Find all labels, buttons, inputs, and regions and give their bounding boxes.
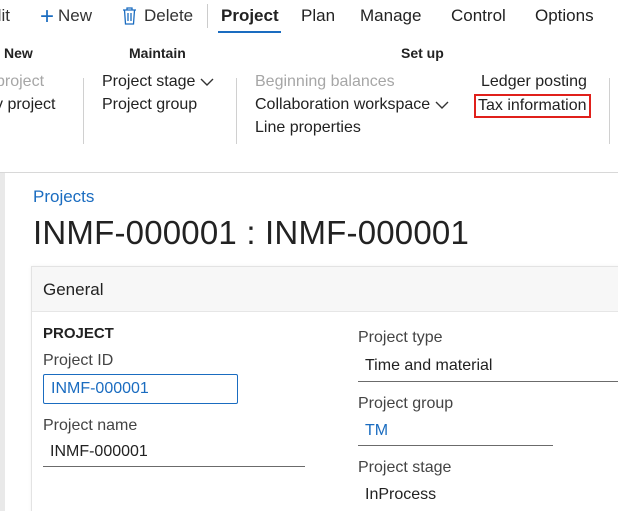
- tab-plan[interactable]: Plan: [301, 6, 335, 26]
- page-title: INMF-000001 : INMF-000001: [33, 214, 470, 251]
- delete-button-label: Delete: [144, 6, 194, 25]
- copy-project-item[interactable]: y project: [0, 96, 55, 114]
- delete-button[interactable]: Delete: [122, 6, 193, 26]
- ledger-posting-item[interactable]: Ledger posting: [481, 73, 587, 91]
- project-section-label: PROJECT: [43, 325, 114, 342]
- project-id-value: INMF-000001: [51, 380, 149, 397]
- ribbon-bottom-border: [0, 172, 618, 173]
- project-id-field[interactable]: INMF-000001: [43, 374, 238, 404]
- ribbon-group-new-header: New: [4, 45, 33, 61]
- general-fasttab-title: General: [43, 280, 104, 299]
- general-fasttab-header[interactable]: General: [32, 267, 618, 312]
- new-project-item[interactable]: project: [0, 73, 44, 91]
- toolbar-divider: [207, 4, 208, 28]
- tab-options[interactable]: Options: [535, 6, 594, 26]
- line-properties-item[interactable]: Line properties: [255, 119, 361, 137]
- project-name-underline: [43, 466, 305, 467]
- project-name-label: Project name: [43, 417, 138, 434]
- plus-icon: +: [40, 2, 55, 30]
- project-group-item[interactable]: Project group: [102, 96, 197, 114]
- project-type-field[interactable]: Time and material: [365, 357, 492, 375]
- chevron-down-icon: [200, 78, 214, 86]
- nav-pane-edge: [0, 173, 5, 511]
- action-bar: dit + New Delete Project Plan Manage Con…: [0, 0, 618, 33]
- project-name-field[interactable]: INMF-000001: [50, 443, 148, 461]
- new-button[interactable]: + New: [40, 2, 93, 30]
- project-group-label: Project group: [358, 395, 454, 412]
- ribbon-group-setup-header: Set up: [401, 45, 444, 61]
- ribbon-group-maintain-header: Maintain: [129, 45, 186, 61]
- project-stage-field[interactable]: InProcess: [365, 486, 436, 504]
- project-group-underline: [358, 445, 553, 446]
- project-stage-field-label: Project stage: [358, 459, 452, 476]
- breadcrumb[interactable]: Projects: [33, 187, 94, 207]
- active-tab-indicator: [218, 31, 281, 33]
- project-stage-menu[interactable]: Project stage: [102, 73, 214, 91]
- edit-button[interactable]: dit: [0, 6, 10, 26]
- tab-manage[interactable]: Manage: [360, 6, 421, 26]
- new-button-label: New: [58, 6, 93, 25]
- project-id-label: Project ID: [43, 352, 114, 369]
- ribbon-divider: [609, 78, 610, 144]
- ribbon-divider: [236, 78, 237, 144]
- beginning-balances-item[interactable]: Beginning balances: [255, 73, 395, 91]
- ribbon-divider: [83, 78, 84, 144]
- tab-control[interactable]: Control: [451, 6, 506, 26]
- project-stage-label: Project stage: [102, 73, 196, 90]
- trash-icon: [123, 7, 136, 25]
- tax-information-item[interactable]: Tax information: [474, 94, 591, 118]
- ribbon: New project y project Maintain Project s…: [0, 34, 618, 170]
- tab-project[interactable]: Project: [221, 6, 279, 26]
- project-group-field[interactable]: TM: [365, 422, 388, 440]
- project-type-label: Project type: [358, 329, 443, 346]
- chevron-down-icon: [435, 101, 449, 109]
- project-type-underline: [358, 381, 618, 382]
- collaboration-workspace-label: Collaboration workspace: [255, 96, 431, 113]
- general-fasttab: General PROJECT Project ID INMF-000001 P…: [31, 266, 618, 511]
- collaboration-workspace-menu[interactable]: Collaboration workspace: [255, 96, 449, 114]
